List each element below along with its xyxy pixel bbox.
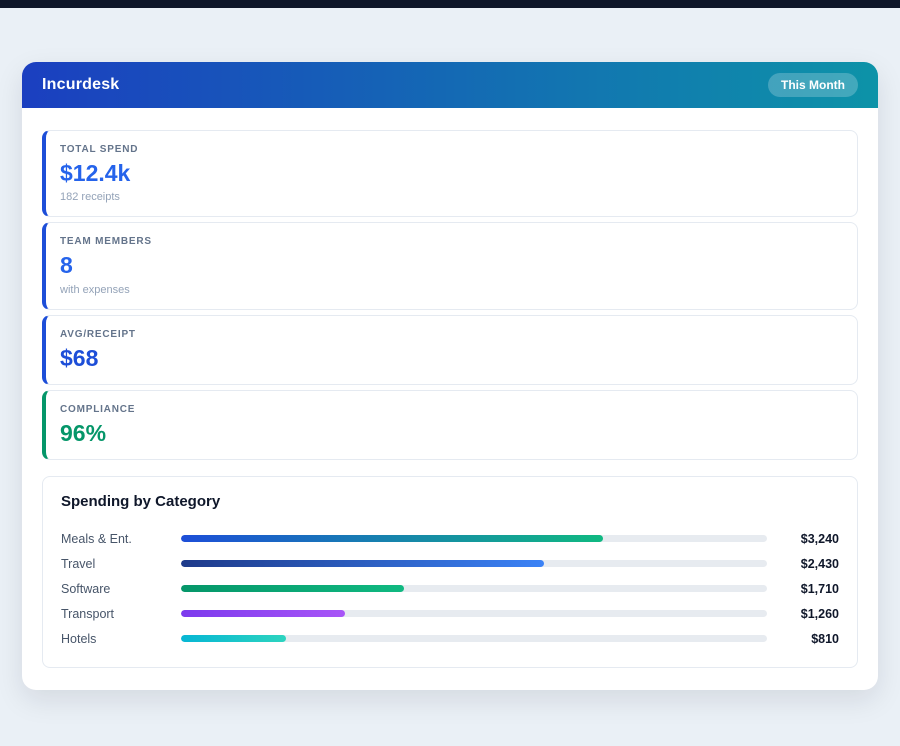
stat-subtext: 182 receipts bbox=[60, 191, 843, 203]
dashboard-content: TOTAL SPEND $12.4k 182 receipts TEAM MEM… bbox=[22, 108, 878, 690]
category-row-hotels: Hotels $810 bbox=[61, 626, 839, 651]
stat-value: $12.4k bbox=[60, 161, 843, 186]
stat-card-compliance: COMPLIANCE 96% bbox=[42, 390, 858, 460]
spending-by-category-card: Spending by Category Meals & Ent. $3,240… bbox=[42, 476, 858, 668]
category-label: Meals & Ent. bbox=[61, 532, 181, 546]
bar-track bbox=[181, 535, 767, 542]
app-header: Incurdesk This Month bbox=[22, 62, 878, 108]
category-amount: $3,240 bbox=[777, 532, 839, 546]
top-strip bbox=[0, 0, 900, 8]
category-label: Hotels bbox=[61, 632, 181, 646]
category-row-transport: Transport $1,260 bbox=[61, 601, 839, 626]
app-card: Incurdesk This Month TOTAL SPEND $12.4k … bbox=[22, 62, 878, 690]
category-amount: $810 bbox=[777, 632, 839, 646]
category-amount: $2,430 bbox=[777, 557, 839, 571]
stat-value: 8 bbox=[60, 253, 843, 278]
stat-subtext: with expenses bbox=[60, 284, 843, 296]
stat-card-total-spend: TOTAL SPEND $12.4k 182 receipts bbox=[42, 130, 858, 217]
category-label: Travel bbox=[61, 557, 181, 571]
stat-value: 96% bbox=[60, 421, 843, 446]
bar-track bbox=[181, 635, 767, 642]
category-amount: $1,260 bbox=[777, 607, 839, 621]
stat-card-team-members: TEAM MEMBERS 8 with expenses bbox=[42, 222, 858, 309]
category-amount: $1,710 bbox=[777, 582, 839, 596]
bar-fill-meals bbox=[181, 535, 603, 542]
bar-fill-software bbox=[181, 585, 404, 592]
category-label: Transport bbox=[61, 607, 181, 621]
bar-fill-transport bbox=[181, 610, 345, 617]
stat-label: TEAM MEMBERS bbox=[60, 236, 843, 247]
bar-track bbox=[181, 610, 767, 617]
category-row-meals: Meals & Ent. $3,240 bbox=[61, 526, 839, 551]
bar-track bbox=[181, 585, 767, 592]
bar-fill-travel bbox=[181, 560, 544, 567]
stat-label: AVG/RECEIPT bbox=[60, 329, 843, 340]
stat-card-avg-receipt: AVG/RECEIPT $68 bbox=[42, 315, 858, 385]
period-badge[interactable]: This Month bbox=[768, 73, 858, 97]
category-label: Software bbox=[61, 582, 181, 596]
stat-value: $68 bbox=[60, 346, 843, 371]
stat-label: TOTAL SPEND bbox=[60, 144, 843, 155]
bar-track bbox=[181, 560, 767, 567]
category-row-software: Software $1,710 bbox=[61, 576, 839, 601]
spending-card-title: Spending by Category bbox=[61, 493, 839, 510]
category-row-travel: Travel $2,430 bbox=[61, 551, 839, 576]
bar-fill-hotels bbox=[181, 635, 286, 642]
stat-label: COMPLIANCE bbox=[60, 404, 843, 415]
app-title: Incurdesk bbox=[42, 76, 119, 94]
